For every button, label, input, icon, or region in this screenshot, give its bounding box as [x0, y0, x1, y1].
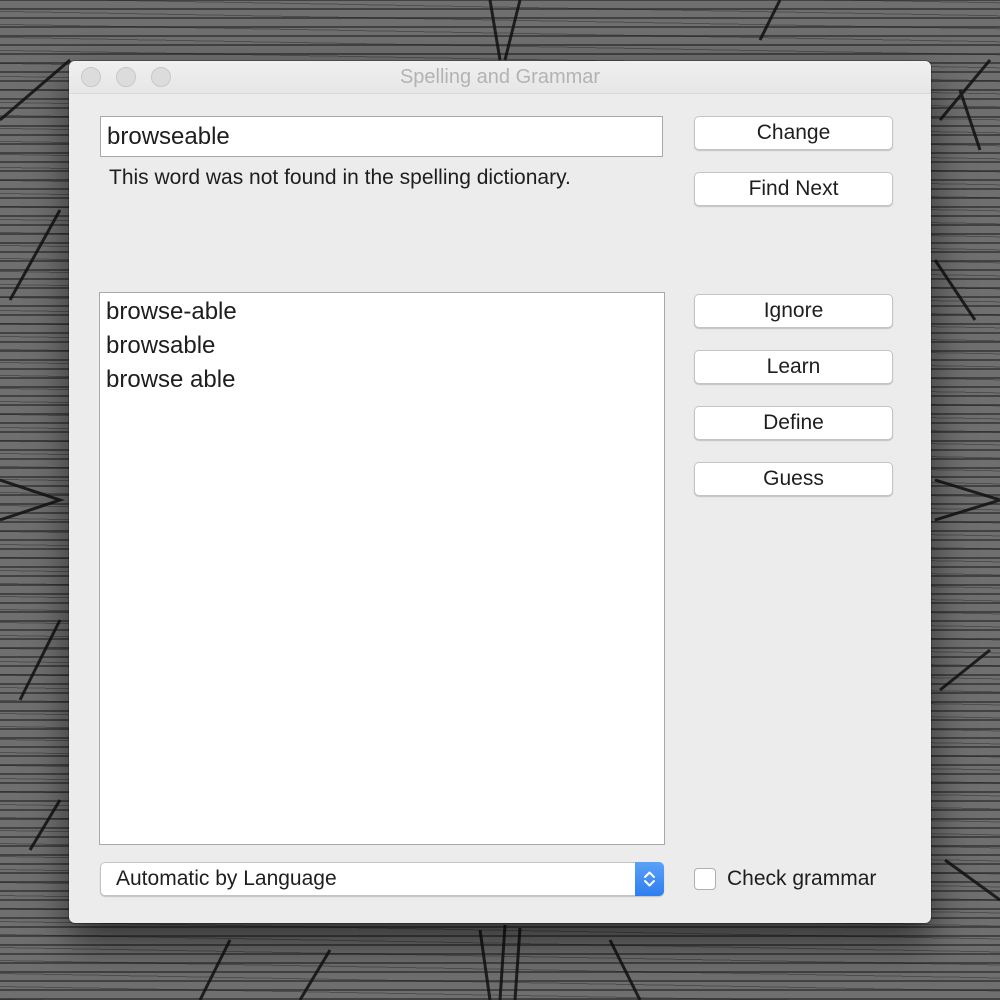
- language-select-value: Automatic by Language: [116, 867, 337, 890]
- status-message: This word was not found in the spelling …: [109, 166, 571, 189]
- guess-button[interactable]: Guess: [694, 462, 893, 496]
- learn-button[interactable]: Learn: [694, 350, 893, 384]
- find-next-button[interactable]: Find Next: [694, 172, 893, 206]
- suggestion-item[interactable]: browse-able: [100, 295, 664, 329]
- spelling-grammar-window: Spelling and Grammar browseable This wor…: [69, 61, 931, 923]
- suggestions-list[interactable]: browse-able browsable browse able: [99, 292, 665, 845]
- check-grammar-label[interactable]: Check grammar: [727, 865, 876, 893]
- change-button[interactable]: Change: [694, 116, 893, 150]
- chevron-up-down-icon[interactable]: [635, 862, 664, 896]
- define-button[interactable]: Define: [694, 406, 893, 440]
- ignore-button[interactable]: Ignore: [694, 294, 893, 328]
- suggestion-item[interactable]: browsable: [100, 329, 664, 363]
- misspelled-word-field[interactable]: browseable: [100, 116, 663, 157]
- suggestion-item[interactable]: browse able: [100, 363, 664, 397]
- title-bar[interactable]: Spelling and Grammar: [69, 61, 931, 94]
- check-grammar-checkbox[interactable]: [694, 868, 716, 890]
- language-select[interactable]: Automatic by Language: [100, 862, 664, 896]
- window-title: Spelling and Grammar: [399, 66, 601, 88]
